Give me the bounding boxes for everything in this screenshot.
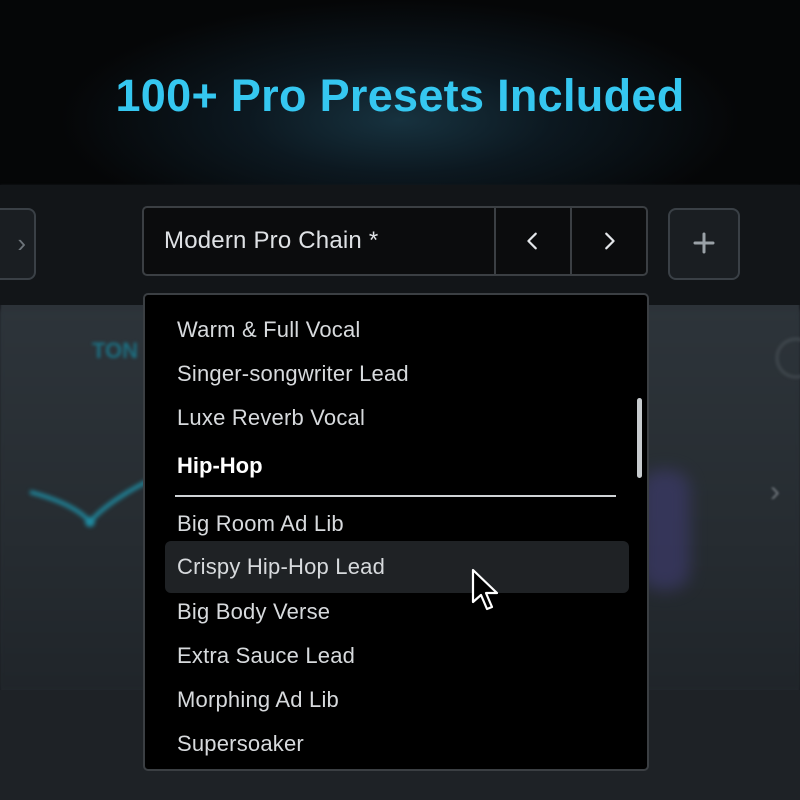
mouse-cursor-icon [471, 568, 499, 611]
promo-title: 100+ Pro Presets Included [115, 70, 685, 121]
chevron-right-icon: › [770, 475, 780, 508]
category-divider [175, 495, 616, 497]
preset-item[interactable]: Luxe Reverb Vocal [165, 392, 629, 444]
preset-name[interactable]: Modern Pro Chain * [144, 208, 494, 274]
add-preset-button[interactable] [668, 208, 740, 280]
next-preset-button[interactable] [570, 208, 646, 274]
category-header-hiphop: Hip-Hop [177, 453, 263, 478]
chevron-right-icon: › [17, 228, 26, 258]
preset-item[interactable]: Supersoaker [165, 718, 629, 769]
preset-selector[interactable]: Modern Pro Chain * [142, 206, 648, 276]
chevron-right-icon [605, 232, 615, 250]
left-toolbar-button[interactable]: › [0, 208, 36, 280]
promo-banner: 100+ Pro Presets Included [0, 0, 800, 185]
chevron-left-icon [527, 232, 537, 250]
dropdown-scrollbar[interactable] [637, 398, 642, 478]
blurred-module-label: TON [92, 338, 139, 363]
previous-preset-button[interactable] [494, 208, 570, 274]
preset-dropdown[interactable]: Warm & Full Vocal Singer-songwriter Lead… [143, 293, 649, 771]
eq-curve-graphic [29, 478, 151, 527]
plus-icon [693, 232, 715, 254]
